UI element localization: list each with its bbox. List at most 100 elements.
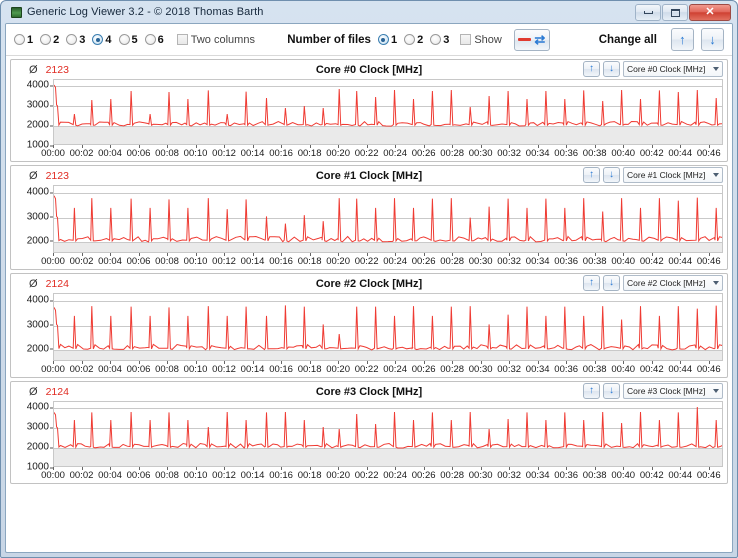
arrow-up-icon: ↑ xyxy=(589,277,594,288)
x-tick-label: 00:36 xyxy=(554,256,579,267)
panel-count-option-2[interactable]: 2 xyxy=(40,34,59,46)
arrow-up-icon: ↑ xyxy=(589,169,594,180)
x-tick-label: 00:36 xyxy=(554,364,579,375)
x-tick-label: 00:32 xyxy=(497,470,522,481)
plot-row: 4000 3000 2000 xyxy=(11,185,723,253)
x-tick-label: 00:36 xyxy=(554,470,579,481)
x-tick-label: 00:00 xyxy=(41,256,65,267)
radio-icon xyxy=(118,34,130,45)
x-tick-label: 00:20 xyxy=(326,256,350,267)
x-tick-label: 00:22 xyxy=(354,256,379,267)
plot-area[interactable] xyxy=(53,185,723,253)
panel-count-option-5[interactable]: 5 xyxy=(118,34,138,46)
minimize-button[interactable] xyxy=(635,4,661,21)
x-tick-label: 00:30 xyxy=(468,256,493,267)
panel-count-option-3[interactable]: 3 xyxy=(66,34,85,46)
y-tick-label: 4000 xyxy=(26,79,54,91)
y-tick-label: 4000 xyxy=(26,186,54,198)
two-columns-checkbox[interactable]: Two columns xyxy=(176,33,255,46)
title-bar: Generic Log Viewer 3.2 - © 2018 Thomas B… xyxy=(5,1,733,23)
app-icon xyxy=(11,6,22,18)
y-tick-label: 2000 xyxy=(26,235,54,247)
panel-down-button[interactable]: ↓ xyxy=(603,275,620,291)
x-tick-label: 00:12 xyxy=(212,148,236,159)
x-tick-label: 00:30 xyxy=(468,148,493,159)
x-tick-label: 00:08 xyxy=(155,364,179,375)
file-count-option-2[interactable]: 2 xyxy=(404,34,423,46)
x-tick-label: 00:06 xyxy=(126,364,151,375)
x-tick-label: 00:26 xyxy=(411,256,436,267)
panel-up-button[interactable]: ↑ xyxy=(583,275,600,291)
metric-selector[interactable]: Core #1 Clock [MHz] xyxy=(623,167,723,183)
average-value: 2124 xyxy=(45,385,69,398)
plot-wrap: 4000 3000 2000 1000 xyxy=(11,79,727,151)
panel-count-label-2: 2 xyxy=(53,33,60,46)
panel-up-button[interactable]: ↑ xyxy=(583,167,600,183)
y-axis: 4000 3000 2000 1000 xyxy=(11,79,54,151)
x-tick-label: 00:42 xyxy=(639,256,664,267)
line-style-button[interactable]: ⇄ xyxy=(513,28,550,51)
plot-wrap: 4000 3000 2000 xyxy=(11,185,727,253)
radio-icon-selected xyxy=(377,34,389,45)
file-count-label-2: 2 xyxy=(417,33,424,46)
change-all-down-button[interactable]: ↓ xyxy=(700,28,724,51)
x-tick-label: 00:44 xyxy=(668,256,693,267)
change-all-up-button[interactable]: ↑ xyxy=(670,28,694,51)
panel-count-option-4[interactable]: 4 xyxy=(92,34,112,46)
panel-up-button[interactable]: ↑ xyxy=(583,61,600,77)
x-tick-label: 00:16 xyxy=(269,256,293,267)
x-tick-label: 00:34 xyxy=(525,470,550,481)
x-tick-label: 00:10 xyxy=(183,148,208,159)
y-axis: 4000 3000 2000 xyxy=(11,293,54,361)
plot-area[interactable] xyxy=(53,401,723,467)
panel-up-button[interactable]: ↑ xyxy=(583,383,600,399)
y-tick-label: 3000 xyxy=(26,319,54,331)
average-value: 2124 xyxy=(45,277,69,290)
arrow-down-icon: ↓ xyxy=(709,32,716,47)
plot-area[interactable] xyxy=(53,293,723,361)
arrow-up-icon: ↑ xyxy=(589,385,594,396)
series-svg xyxy=(54,305,722,351)
x-tick-label: 00:38 xyxy=(582,470,607,481)
average-value: 2123 xyxy=(45,169,69,182)
close-button[interactable]: ✕ xyxy=(689,4,731,21)
x-axis: 00:00 00:02 00:04 00:06 00:08 00:10 00:12 00:14… xyxy=(41,361,723,377)
x-tick-label: 00:14 xyxy=(240,256,265,267)
panel-down-button[interactable]: ↓ xyxy=(603,167,620,183)
two-columns-label: Two columns xyxy=(190,33,255,46)
y-tick-label: 3000 xyxy=(26,211,54,223)
red-line-icon xyxy=(518,38,532,41)
x-tick-label: 00:18 xyxy=(297,470,322,481)
x-tick-label: 00:10 xyxy=(183,364,208,375)
metric-selector[interactable]: Core #2 Clock [MHz] xyxy=(623,275,723,291)
average-symbol-icon: Ø xyxy=(29,169,38,182)
y-tick-label: 3000 xyxy=(26,421,54,433)
x-tick-label: 00:14 xyxy=(240,148,265,159)
maximize-button[interactable] xyxy=(662,4,688,21)
x-tick-label: 00:44 xyxy=(668,148,693,159)
metric-selector[interactable]: Core #3 Clock [MHz] xyxy=(623,383,723,399)
panel-count-option-6[interactable]: 6 xyxy=(144,34,164,46)
x-tick-label: 00:26 xyxy=(411,470,436,481)
close-icon: ✕ xyxy=(705,6,715,18)
arrow-down-icon: ↓ xyxy=(609,277,614,288)
x-tick-label: 00:46 xyxy=(696,364,721,375)
x-tick-label: 00:32 xyxy=(497,364,522,375)
series-line xyxy=(54,406,722,450)
panel-down-button[interactable]: ↓ xyxy=(603,383,620,399)
x-tick-label: 00:28 xyxy=(440,256,465,267)
panel-count-option-1[interactable]: 1 xyxy=(14,34,33,46)
file-count-option-1[interactable]: 1 xyxy=(377,34,397,46)
x-tick-label: 00:12 xyxy=(212,364,236,375)
x-tick-label: 00:04 xyxy=(98,364,122,375)
plot-area[interactable] xyxy=(53,79,723,145)
show-checkbox[interactable]: Show xyxy=(460,34,502,46)
metric-selector[interactable]: Core #0 Clock [MHz] xyxy=(623,61,723,77)
panel-count-label-1: 1 xyxy=(27,33,34,46)
panel-down-button[interactable]: ↓ xyxy=(603,61,620,77)
average-readout: Ø 2124 xyxy=(29,278,69,290)
file-count-option-3[interactable]: 3 xyxy=(430,34,449,46)
metric-selector-value: Core #3 Clock [MHz] xyxy=(627,386,706,396)
x-tick-label: 00:22 xyxy=(354,148,379,159)
checkbox-icon xyxy=(460,34,472,45)
